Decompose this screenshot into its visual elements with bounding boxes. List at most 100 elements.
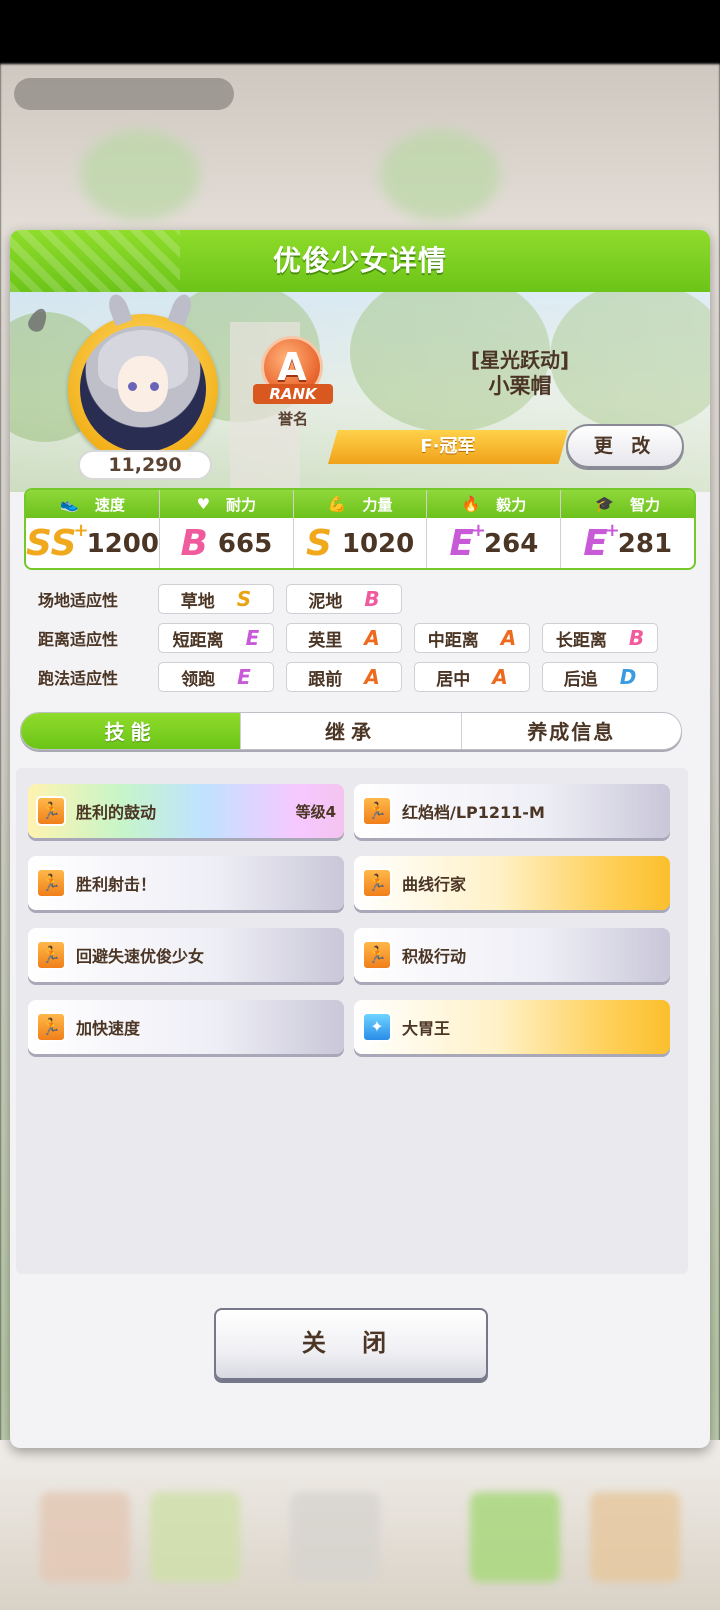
aptitude-cell: 后追 D xyxy=(542,662,658,692)
stat-grade: S xyxy=(305,523,332,564)
stat-grade: SS + xyxy=(26,520,89,564)
stat-guts: 🔥 毅力 E +264 xyxy=(427,490,562,568)
background-tile xyxy=(470,1492,560,1582)
aptitude-cell: 短距离 E xyxy=(158,623,274,653)
character-name: 小栗帽 xyxy=(488,374,552,398)
rank-emblem: A RANK 誉名 xyxy=(253,336,333,428)
skill-name: 红焰档/LP1211-M xyxy=(402,803,545,822)
skill-name: 加快速度 xyxy=(76,1019,141,1038)
stat-body: SS +1200 xyxy=(26,518,159,568)
ear-shape xyxy=(167,292,195,327)
tab-inheritance[interactable]: 继承 xyxy=(241,713,462,749)
change-epithet-button[interactable]: 更 改 xyxy=(566,424,684,468)
rank-ribbon: RANK xyxy=(253,384,333,404)
stat-grade: B xyxy=(180,523,208,564)
profile-banner: 11,290 A RANK 誉名 [星光跃动] 小栗帽 F·冠军 更 改 xyxy=(10,292,710,492)
avatar-face xyxy=(118,356,168,412)
status-bar xyxy=(0,0,720,64)
stat-body: E +264 xyxy=(427,518,560,568)
stat-header: 🎓 智力 xyxy=(561,490,694,518)
stat-grade: E + xyxy=(449,520,487,564)
background-tile xyxy=(590,1492,680,1582)
background-blob xyxy=(80,130,200,220)
character-outfit-title: [星光跃动] xyxy=(470,348,570,372)
stat-label: 毅力 xyxy=(496,495,527,514)
runner-icon: 🏃 xyxy=(362,940,392,970)
aptitude-cell: 泥地 B xyxy=(286,584,402,614)
stat-body: B 665 xyxy=(160,518,293,568)
skill-name: 曲线行家 xyxy=(402,875,467,894)
skill-item[interactable]: 🏃 胜利的鼓动 等级4 xyxy=(28,784,344,838)
skill-name: 胜利射击！ xyxy=(76,875,157,894)
stat-grade: E + xyxy=(583,520,620,564)
stat-label: 智力 xyxy=(629,495,660,514)
flame-icon: 🔥 xyxy=(461,495,481,513)
skill-item[interactable]: 🏃 积极行动 xyxy=(354,928,670,982)
skill-item[interactable]: 🏃 加快速度 xyxy=(28,1000,344,1054)
stat-wisdom: 🎓 智力 E +281 xyxy=(561,490,694,568)
heart-icon: ♥ xyxy=(196,495,211,513)
header-pattern xyxy=(10,230,180,292)
avatar-eye xyxy=(150,382,159,391)
epithet-bar: F·冠军 xyxy=(328,430,568,464)
dialog-header: 优俊少女详情 xyxy=(10,230,710,292)
tab-training-info[interactable]: 养成信息 xyxy=(462,713,681,749)
aptitude-label: 跑法适应性 xyxy=(38,669,119,688)
dialog-title: 优俊少女详情 xyxy=(272,244,447,277)
skill-name: 回避失速优俊少女 xyxy=(76,947,205,966)
stat-header: 👟 速度 xyxy=(26,490,159,518)
skills-panel: 🏃 胜利的鼓动 等级4 🏃 红焰档/LP1211-M 🏃 胜利射击！ 🏃 曲线行… xyxy=(16,768,688,1274)
stat-label: 耐力 xyxy=(226,495,257,514)
skill-name: 胜利的鼓动 xyxy=(76,803,157,822)
track-aptitude-row: 场地适应性 草地 S 泥地 B xyxy=(38,584,414,614)
stats-panel: 👟 速度 SS +1200 ♥ 耐力 B 665 💪 力量 S 1020 🔥 毅力 E +264… xyxy=(24,488,696,570)
aptitude-cell: 居中 A xyxy=(414,662,530,692)
stat-body: S 1020 xyxy=(294,518,427,568)
aptitude-cell: 英里 A xyxy=(286,623,402,653)
stat-header: 💪 力量 xyxy=(293,490,427,518)
umamusume-detail-dialog: 优俊少女详情 11,290 A RANK 誉名 [星光跃动] 小栗帽 F·冠军 … xyxy=(10,230,710,1448)
skill-item[interactable]: 🏃 胜利射击！ xyxy=(28,856,344,910)
background-tile xyxy=(150,1492,240,1582)
runner-icon: 🏃 xyxy=(36,940,66,970)
stat-header: ♥ 耐力 xyxy=(159,490,293,518)
runner-icon: 🏃 xyxy=(36,796,66,826)
stat-label: 力量 xyxy=(362,495,393,514)
stat-value: 1200 xyxy=(86,529,159,559)
background-team-pill xyxy=(14,78,234,110)
skill-name: 积极行动 xyxy=(402,947,467,966)
avatar-eye xyxy=(128,382,137,391)
tab-skills[interactable]: 技能 xyxy=(21,713,242,749)
aptitude-cell: 跟前 A xyxy=(286,662,402,692)
runner-icon: 🏃 xyxy=(362,868,392,898)
skill-item[interactable]: ✦ 大胃王 xyxy=(354,1000,670,1054)
aptitude-label: 场地适应性 xyxy=(38,591,119,610)
background-tile xyxy=(40,1492,130,1582)
stat-body: E +281 xyxy=(561,518,694,568)
stat-value: 281 xyxy=(617,529,673,559)
skill-item[interactable]: 🏃 回避失速优俊少女 xyxy=(28,928,344,982)
fan-count-badge: 11,290 xyxy=(78,450,212,480)
stat-value: 665 xyxy=(217,529,273,559)
stat-header: 🔥 毅力 xyxy=(427,490,561,518)
horse-ears-decoration xyxy=(102,292,195,327)
skill-item[interactable]: 🏃 红焰档/LP1211-M xyxy=(354,784,670,838)
skill-item[interactable]: 🏃 曲线行家 xyxy=(354,856,670,910)
character-avatar[interactable] xyxy=(68,314,218,464)
shoe-icon: 👟 xyxy=(60,495,79,513)
aptitude-cell: 草地 S xyxy=(158,584,274,614)
aptitude-cell: 长距离 B xyxy=(542,623,658,653)
aptitude-cell: 领跑 E xyxy=(158,662,274,692)
runner-icon: 🏃 xyxy=(36,1012,66,1042)
rank-caption: 誉名 xyxy=(277,410,308,428)
stat-stamina: ♥ 耐力 B 665 xyxy=(159,490,294,568)
avatar-portrait xyxy=(80,326,206,452)
muscle-icon: 💪 xyxy=(327,495,347,513)
distance-aptitude-row: 距离适应性 短距离 E 英里 A 中距离 A 长距离 B xyxy=(38,623,658,653)
skill-name: 大胃王 xyxy=(402,1019,451,1038)
runner-icon: 🏃 xyxy=(362,796,392,826)
stat-value: 1020 xyxy=(341,529,415,559)
close-button[interactable]: 关 闭 xyxy=(214,1308,488,1380)
style-aptitude-row: 跑法适应性 领跑 E 跟前 A 居中 A 后追 D xyxy=(38,662,658,692)
stat-label: 速度 xyxy=(94,495,125,514)
